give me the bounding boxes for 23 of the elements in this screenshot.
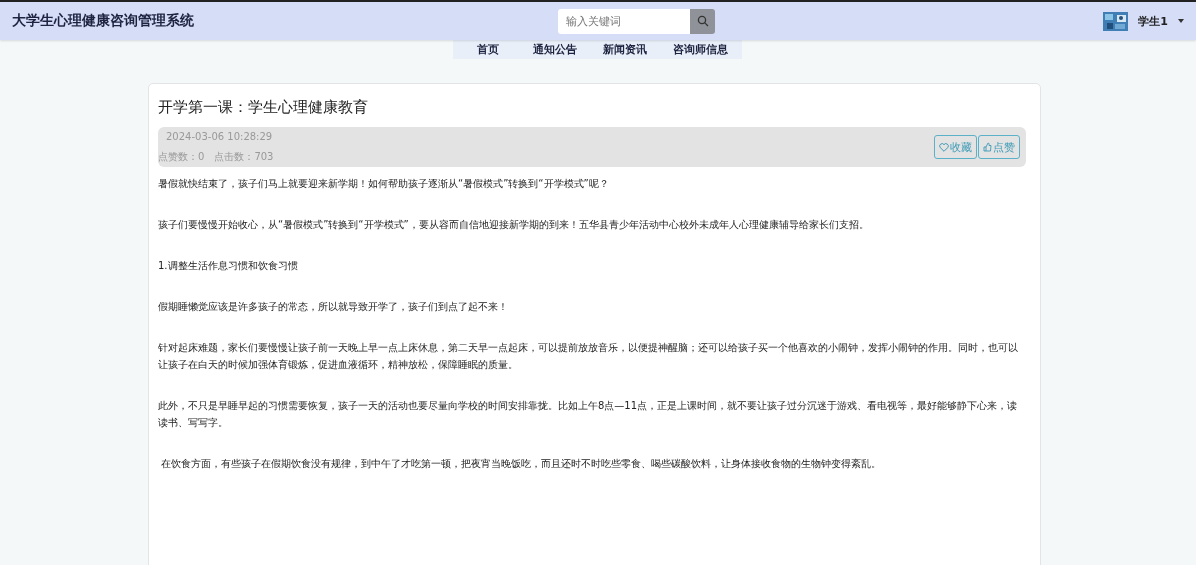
nav-link[interactable]: 新闻资讯 [594, 42, 657, 57]
article-paragraph: 暑假就快结束了，孩子们马上就要迎来新学期！如何帮助孩子逐渐从“暑假模式”转换到“开学模式”呢？ [158, 177, 610, 191]
caret-icon[interactable] [1178, 19, 1184, 23]
click-count: 点击数：703 [214, 149, 274, 164]
article-paragraph: 1.调整生活作息习惯和饮食习惯 [158, 259, 299, 273]
nav-link[interactable]: 通知公告 [524, 42, 587, 57]
search-button[interactable] [690, 8, 715, 34]
article-paragraph: 在饮食方面，有些孩子在假期饮食没有规律，到中午了才吃第一顿，把夜宵当晚饭吃，而且还时不时吃些零食、喝些碳酸饮料，让身体接收食物的生物钟变得紊乱。 [160, 457, 883, 471]
article-title: 开学第一课：学生心理健康教育 [158, 98, 369, 117]
like-count: 点赞数：0 [158, 149, 205, 164]
article-paragraph: 孩子们要慢慢开始收心，从“暑假模式”转换到“开学模式”，要从容而自信地迎接新学期的到来！五华县青少年活动中心校外未成年人心理健康辅导给家长们支招。 [158, 218, 870, 232]
heart-icon [939, 142, 949, 152]
search-icon [696, 15, 709, 27]
user-menu[interactable]: 学生1 [1138, 13, 1168, 29]
article-paragraph: 此外，不只是早睡早起的习惯需要恢复，孩子一天的活动也要尽量向学校的时间安排靠拢。比如上午8点—11点，正是上课时间，就不要让孩子过分沉迷于游戏、看电视等，最好能够静下心来，读读书、写写字。 [158, 399, 1019, 430]
nav-link[interactable]: 首页 [456, 42, 517, 57]
thumb-icon [983, 142, 992, 152]
publish-date: 2024-03-06 10:28:29 [166, 130, 274, 142]
nav-link[interactable]: 咨询师信息 [664, 42, 738, 57]
article-paragraph: 假期睡懒觉应该是许多孩子的常态，所以就导致开学了，孩子们到点了起不来！ [158, 300, 509, 314]
article-paragraph: 针对起床难题，家长们要慢慢让孩子前一天晚上早一点上床休息，第二天早一点起床，可以提前放放音乐，以便提神醒脑；还可以给孩子买一个他喜欢的小闹钟，发挥小闹钟的作用。同时，也可以让孩子在白天的时候加强体育锻炼，促进血液循环，精神放松，保障睡眠的质量。 [158, 341, 1019, 372]
site-title: 大学生心理健康咨询管理系统 [12, 12, 195, 30]
search-field[interactable]: 输入关键词 [558, 8, 690, 34]
